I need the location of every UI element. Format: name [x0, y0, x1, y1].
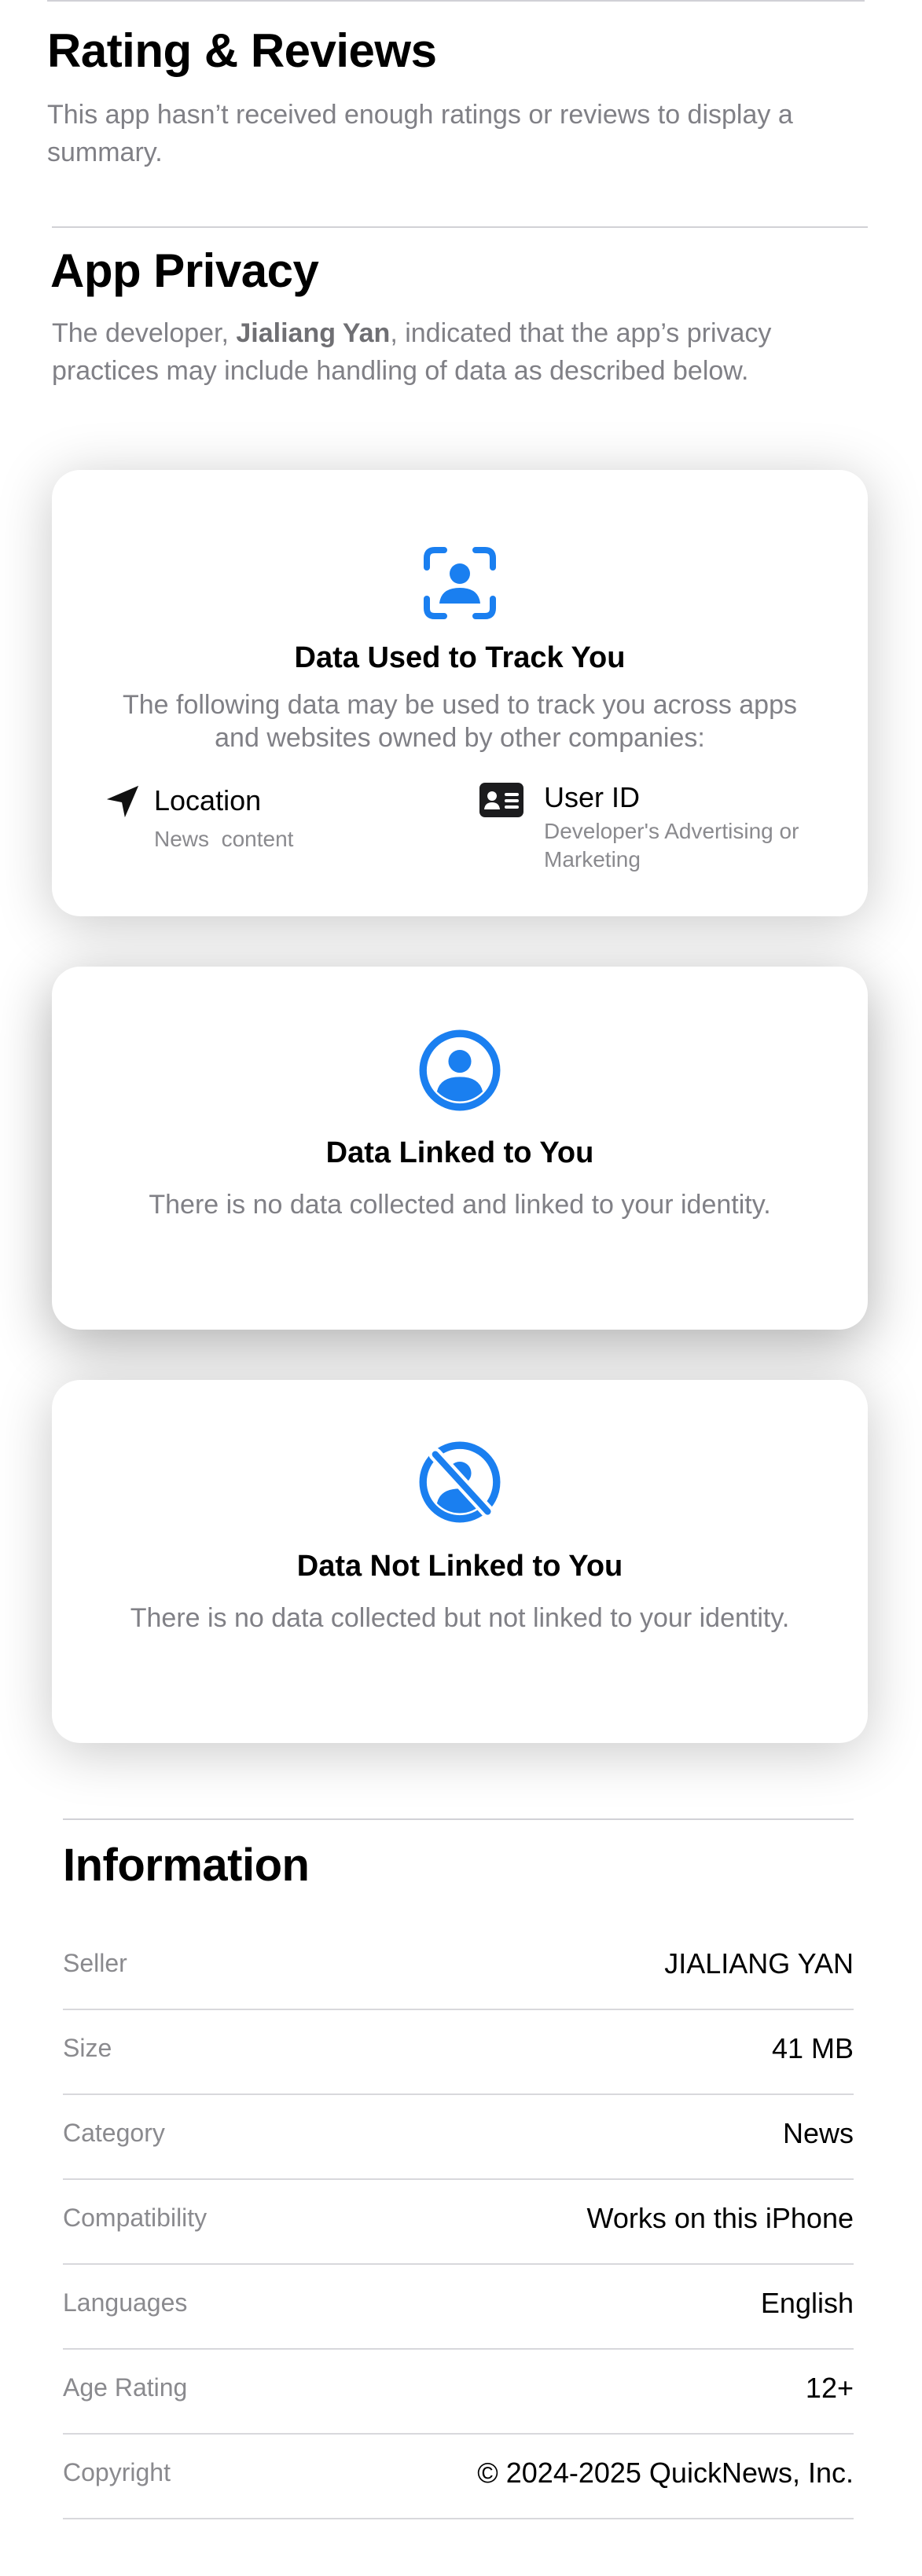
info-key: Seller [63, 1949, 127, 1977]
information-divider [63, 1818, 854, 1820]
privacy-intro: The developer, Jialiang Yan, indicated t… [52, 314, 838, 390]
person-circle-icon [419, 1029, 501, 1111]
info-value: © 2024-2025 QuickNews, Inc. [477, 2457, 854, 2489]
info-value: Works on this iPhone [586, 2202, 854, 2234]
card-description: The following data may be used to track … [122, 690, 798, 753]
data-item-purpose: Developer's Advertising or Marketing [544, 819, 799, 872]
info-value: 41 MB [771, 2032, 854, 2064]
privacy-card-not-linked[interactable]: Data Not Linked to You There is no data … [52, 1380, 868, 1743]
card-title: Data Used to Track You [294, 641, 626, 674]
privacy-card-tracking[interactable]: Data Used to Track You The following dat… [52, 470, 868, 916]
card-description: There is no data collected but not linke… [130, 1603, 790, 1633]
info-key: Compatibility [63, 2204, 208, 2232]
info-row-compatibility[interactable]: Compatibility Works on this iPhone [63, 2180, 854, 2265]
card-title: Data Linked to You [325, 1136, 594, 1169]
data-item-label: Location [154, 784, 262, 816]
info-value: News [782, 2117, 854, 2149]
info-row-languages[interactable]: Languages English [63, 2265, 854, 2350]
ratings-title: Rating & Reviews [47, 24, 437, 77]
ratings-message: This app hasn’t received enough ratings … [47, 100, 793, 167]
tracking-icon [424, 547, 496, 619]
location-arrow-icon [106, 785, 139, 818]
developer-name[interactable]: Jialiang Yan [236, 318, 390, 348]
info-row-size: Size 41 MB [63, 2010, 854, 2095]
info-row-seller: Seller JIALIANG YAN [63, 1925, 854, 2010]
id-card-icon [479, 783, 523, 817]
data-item-location: Location News content [104, 783, 450, 853]
card-description: There is no data collected and linked to… [149, 1190, 771, 1220]
info-key: Age Rating [63, 2373, 188, 2402]
info-row-category[interactable]: Category News [63, 2095, 854, 2180]
info-value: English [760, 2287, 854, 2319]
data-item-purpose: News content [154, 827, 294, 851]
info-key: Category [63, 2119, 165, 2147]
information-title: Information [63, 1840, 310, 1891]
info-row-age-rating[interactable]: Age Rating 12+ [63, 2350, 854, 2435]
info-key: Languages [63, 2288, 188, 2317]
app-store-page: Rating & Reviews This app hasn’t receive… [0, 0, 922, 2576]
privacy-title: App Privacy [50, 244, 319, 297]
info-value: 12+ [805, 2372, 854, 2404]
data-item-user-id: User ID Developer's Advertising or Marke… [479, 781, 841, 883]
info-key: Copyright [63, 2458, 171, 2486]
privacy-intro-prefix: The developer, [52, 318, 237, 348]
info-value: JIALIANG YAN [664, 1947, 854, 1980]
card-title: Data Not Linked to You [296, 1550, 623, 1583]
info-row-copyright: Copyright © 2024-2025 QuickNews, Inc. [63, 2435, 854, 2519]
top-divider [47, 0, 865, 2]
data-item-label: User ID [544, 781, 641, 813]
privacy-divider [52, 226, 868, 228]
person-slash-icon [419, 1441, 501, 1523]
info-key: Size [63, 2034, 112, 2062]
privacy-card-linked[interactable]: Data Linked to You There is no data coll… [52, 967, 868, 1330]
